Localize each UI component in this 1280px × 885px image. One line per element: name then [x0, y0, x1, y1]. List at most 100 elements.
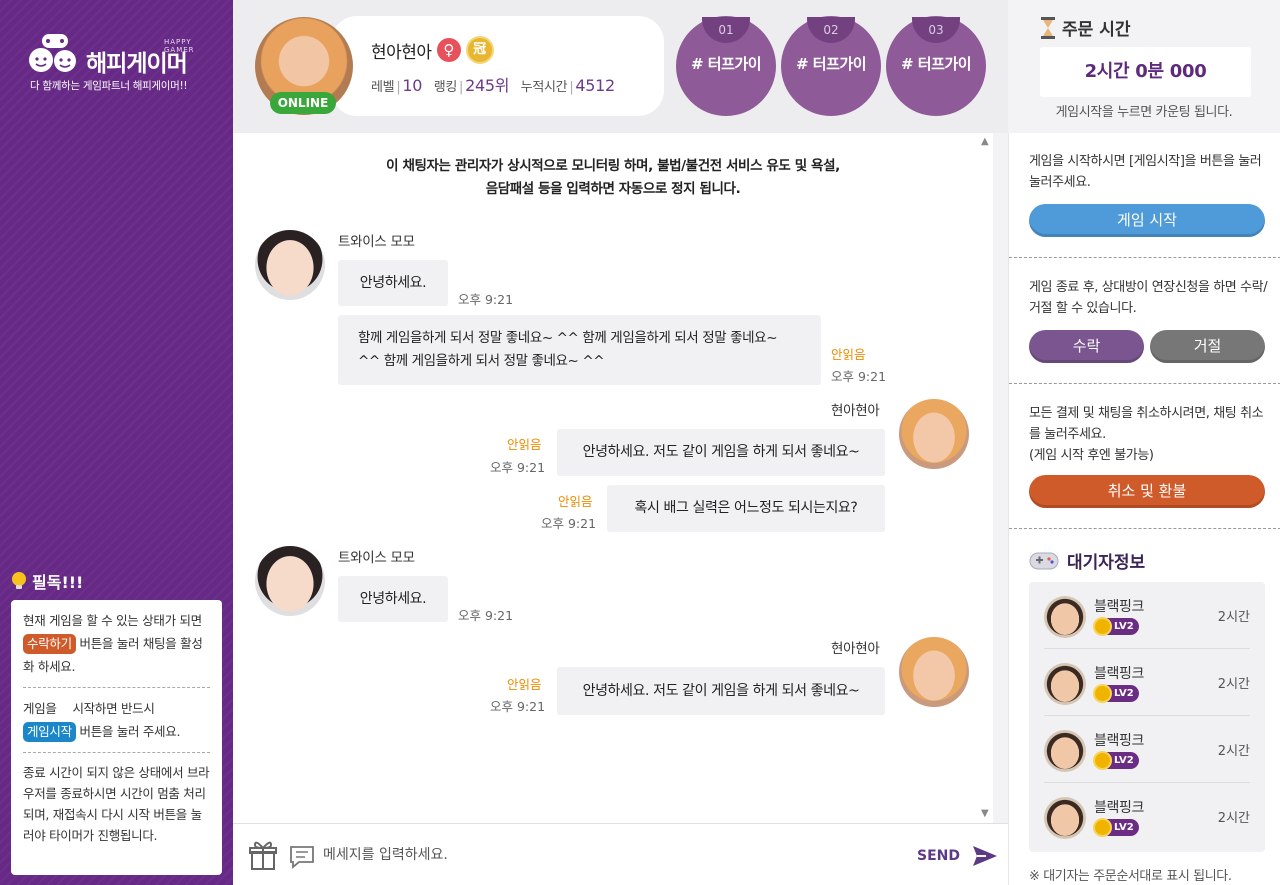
logo[interactable]: HAPPY GAMER 해피게이머 다 함께하는 게임파트너 해피게이머!! [28, 28, 218, 98]
send-arrow-icon [972, 846, 997, 866]
notice-title: 필독!!! [10, 569, 83, 593]
lightbulb-icon [12, 572, 26, 589]
waiting-item[interactable]: 블랙핑크 LV2 2시간 [1044, 716, 1250, 783]
message-input[interactable] [323, 841, 903, 869]
divider [1009, 383, 1280, 384]
medal-icon [1093, 684, 1112, 703]
unread-label: 안읽음 [507, 677, 542, 692]
notice-text: 게임을 시작하면 반드시 [23, 701, 155, 716]
message-time: 오후 9:21 [458, 292, 514, 307]
waiting-time: 2시간 [1217, 610, 1250, 625]
sender-name: 트와이스 모모 [338, 550, 415, 566]
crown-badge-icon: 冠 [465, 36, 494, 64]
tag-circle-1: 01 # 터프가이 [676, 16, 776, 116]
notice-line: 음담패설 등을 입력하면 자동으로 정지 됩니다. [485, 181, 741, 197]
waiting-name: 블랙핑크 [1094, 666, 1144, 682]
message-bubble: 함께 게임을하게 되서 정말 좋네요~ ^^ 함께 게임을하게 되서 정말 좋네… [338, 315, 821, 385]
game-start-button[interactable]: 게임 시작 [1029, 204, 1265, 237]
hyuna-avatar[interactable] [899, 637, 969, 707]
waiting-item[interactable]: 블랙핑크 LV2 2시간 [1044, 582, 1250, 649]
level-badge: LV2 [1093, 617, 1139, 636]
time-label: 누적시간 [520, 80, 568, 95]
scroll-up-icon[interactable]: ▲ [981, 136, 989, 147]
gamepad-icon [1029, 552, 1059, 569]
notice-block-2: 게임을 시작하면 반드시 게임시작 버튼을 눌러 주세요. [23, 688, 210, 753]
profile-header: 현아현아 ♀ 冠 레벨 | 10 랭킹 | 245위 누적시간 | 4512 ONLINE … [233, 0, 1013, 133]
tag-number: 01 [702, 17, 750, 43]
game-start-desc: 게임을 시작하시면 [게임시작]을 버튼을 눌러 눌러주세요. [1029, 154, 1262, 190]
order-time-title: 주문 시간 [1040, 15, 1130, 40]
waiting-info-title: 대기자정보 [1029, 548, 1145, 573]
cancel-refund-button[interactable]: 취소 및 환불 [1029, 475, 1265, 508]
chat-area[interactable]: 이 채팅자는 관리자가 상시적으로 모니터링 하며, 불법/불건전 서비스 유도… [233, 133, 993, 823]
online-badge: ONLINE [270, 92, 336, 114]
message-bubble: 혹시 배그 실력은 어느정도 되시는지요? [607, 485, 885, 532]
message-bubble: 안녕하세요. [338, 576, 448, 622]
waiting-avatar [1044, 596, 1086, 638]
gift-icon[interactable] [249, 840, 277, 872]
rank-value: 245위 [465, 76, 510, 95]
unread-label: 안읽음 [831, 347, 866, 362]
order-title-text: 주문 시간 [1062, 20, 1131, 40]
tag-text: # 터프가이 [691, 55, 762, 73]
tag-number: 03 [912, 17, 960, 43]
notice-text: 현재 게임을 할 수 있는 상태가 되면 [23, 613, 202, 628]
notice-text: 버튼을 눌러 주세요. [79, 724, 181, 739]
hourglass-icon [1041, 16, 1055, 39]
unread-label: 안읽음 [558, 494, 593, 509]
chat-scrollbar[interactable]: ▲ ▼ [979, 133, 993, 823]
cancel-desc: 모든 결제 및 채팅을 취소하시려면, 채팅 취소를 눌러주세요. (게임 시작… [1029, 403, 1269, 466]
waiting-avatar [1044, 797, 1086, 839]
message-time: 오후 9:21 [490, 699, 546, 714]
chat-monitoring-notice: 이 채팅자는 관리자가 상시적으로 모니터링 하며, 불법/불건전 서비스 유도… [233, 155, 993, 201]
brand-tagline: 다 함께하는 게임파트너 해피게이머!! [30, 80, 188, 92]
medal-icon [1093, 617, 1112, 636]
send-label: SEND [917, 848, 960, 864]
divider [1009, 257, 1280, 258]
time-value: 4512 [575, 76, 615, 95]
momo-avatar[interactable] [255, 546, 325, 616]
level-badge: LV2 [1093, 751, 1139, 770]
message-bubble: 안녕하세요. 저도 같이 게임을 하게 되서 좋네요~ [557, 429, 885, 476]
waiting-avatar [1044, 730, 1086, 772]
tag-circle-3: 03 # 터프가이 [886, 16, 986, 116]
waiting-list: 블랙핑크 LV2 2시간 블랙핑크 LV2 2시간 블랙핑크 LV2 2시간 블… [1029, 582, 1265, 852]
level-text: LV2 [1114, 822, 1134, 833]
waiting-name: 블랙핑크 [1094, 733, 1144, 749]
reject-button[interactable]: 거절 [1150, 330, 1265, 363]
message-time: 오후 9:21 [458, 608, 514, 623]
momo-avatar[interactable] [255, 230, 325, 300]
level-value: 10 [402, 76, 423, 95]
waiting-item[interactable]: 블랙핑크 LV2 2시간 [1044, 649, 1250, 716]
scroll-down-icon[interactable]: ▼ [981, 808, 989, 819]
profile-stats: 레벨 | 10 랭킹 | 245위 누적시간 | 4512 [371, 76, 615, 95]
message-bubble: 안녕하세요. 저도 같이 게임을 하게 되서 좋네요~ [557, 667, 885, 715]
waiting-avatar [1044, 663, 1086, 705]
female-icon: ♀ [436, 38, 461, 62]
sender-name: 현아현아 [831, 403, 880, 419]
level-badge: LV2 [1093, 684, 1139, 703]
message-time: 오후 9:21 [541, 516, 597, 531]
waiting-title-text: 대기자정보 [1067, 553, 1146, 573]
tag-number: 02 [807, 17, 855, 43]
level-text: LV2 [1114, 688, 1134, 699]
game-start-pill: 게임시작 [23, 722, 76, 742]
tag-circle-2: 02 # 터프가이 [781, 16, 881, 116]
hyuna-avatar[interactable] [899, 399, 969, 469]
level-text: LV2 [1114, 621, 1134, 632]
right-panel-body: 게임을 시작하시면 [게임시작]을 버튼을 눌러 눌러주세요. 게임 시작 게임… [1008, 133, 1280, 885]
divider [1009, 528, 1280, 529]
notice-block-3: 종료 시간이 되지 않은 상태에서 브라우저를 종료하시면 시간이 멈춤 처리되… [23, 765, 210, 843]
send-button[interactable]: SEND [917, 845, 998, 867]
right-panel: 주문 시간 2시간 0분 000 게임시작을 누르면 카운팅 됩니다. 게임을 … [1008, 0, 1280, 885]
level-text: LV2 [1114, 755, 1134, 766]
message-time: 오후 9:21 [490, 460, 546, 475]
waiting-item[interactable]: 블랙핑크 LV2 2시간 [1044, 783, 1250, 850]
waiting-note: ※ 대기자는 주문순서대로 표시 됩니다. [1029, 869, 1232, 884]
accept-pill: 수락하기 [23, 634, 76, 654]
notice-block-1: 현재 게임을 할 수 있는 상태가 되면 수락하기 버튼을 눌러 채팅을 활성화… [23, 600, 210, 688]
timer-note: 게임시작을 누르면 카운팅 됩니다. [1055, 105, 1233, 120]
chat-bubble-icon[interactable] [289, 845, 315, 869]
message-input-bar: SEND [233, 823, 1008, 885]
accept-button[interactable]: 수락 [1029, 330, 1144, 363]
